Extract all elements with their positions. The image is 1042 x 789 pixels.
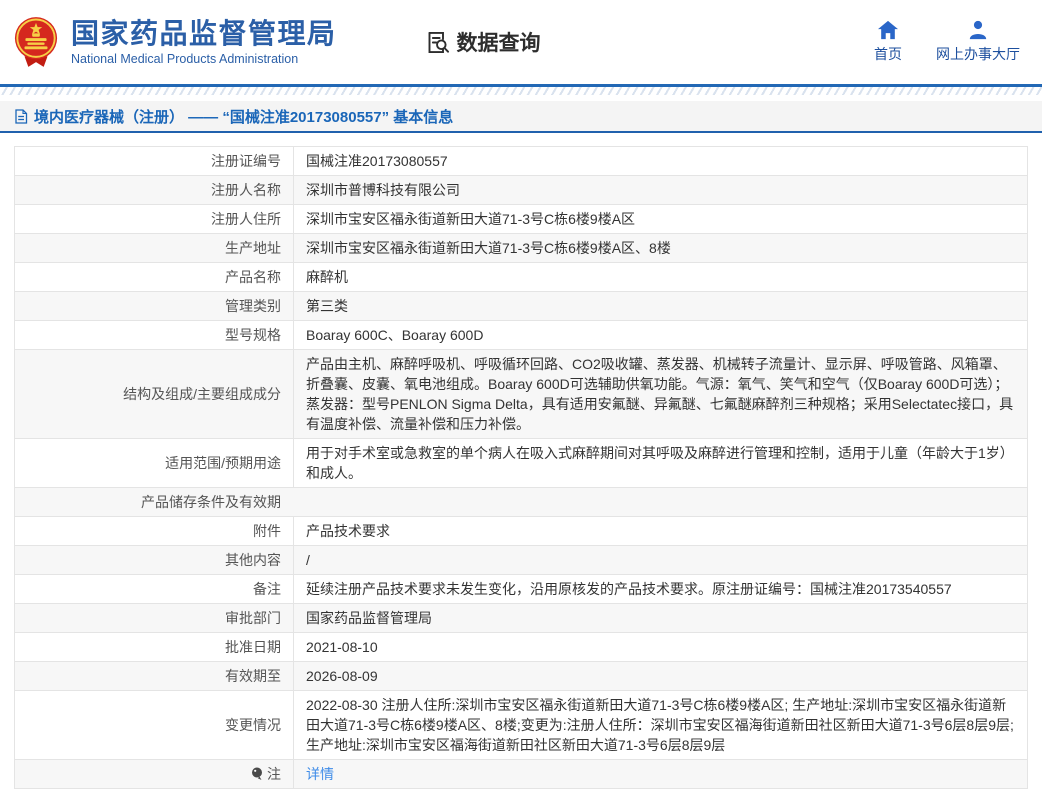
note-balloon-icon [251, 767, 264, 781]
row-label: 审批部门 [15, 604, 293, 632]
table-row: 注册人名称 深圳市普博科技有限公司 [15, 176, 1027, 205]
row-value-text: 延续注册产品技术要求未发生变化，沿用原核发的产品技术要求。原注册证编号：国械注准… [306, 579, 952, 599]
row-label: 注册人住所 [15, 205, 293, 233]
note-label-text: 注 [267, 764, 281, 784]
row-value: 产品技术要求 [293, 517, 1027, 545]
table-row: 变更情况 2022-08-30 注册人住所:深圳市宝安区福永街道新田大道71-3… [15, 691, 1027, 760]
row-label: 注册证编号 [15, 147, 293, 175]
row-value-text: 第三类 [306, 296, 348, 316]
national-emblem-icon [13, 15, 59, 69]
nav-home[interactable]: 首页 [874, 20, 902, 64]
row-value: 延续注册产品技术要求未发生变化，沿用原核发的产品技术要求。原注册证编号：国械注准… [293, 575, 1027, 603]
site-header: 国家药品监督管理局 National Medical Products Admi… [0, 0, 1042, 84]
row-value: 详情 [293, 760, 1027, 788]
table-row: 产品名称 麻醉机 [15, 263, 1027, 292]
row-value-text: 麻醉机 [306, 267, 348, 287]
table-row: 备注 延续注册产品技术要求未发生变化，沿用原核发的产品技术要求。原注册证编号：国… [15, 575, 1027, 604]
row-label: 附件 [15, 517, 293, 545]
table-row: 生产地址 深圳市宝安区福永街道新田大道71-3号C栋6楼9楼A区、8楼 [15, 234, 1027, 263]
row-value: 2021-08-10 [293, 633, 1027, 661]
table-row: 结构及组成/主要组成成分 产品由主机、麻醉呼吸机、呼吸循环回路、CO2吸收罐、蒸… [15, 350, 1027, 439]
row-label: 型号规格 [15, 321, 293, 349]
row-value-text: 2026-08-09 [306, 666, 378, 686]
row-value: 国家药品监督管理局 [293, 604, 1027, 632]
row-value-text: 国家药品监督管理局 [306, 608, 432, 628]
row-label: 变更情况 [15, 691, 293, 759]
row-label: 注册人名称 [15, 176, 293, 204]
table-row: 审批部门 国家药品监督管理局 [15, 604, 1027, 633]
table-row: 产品储存条件及有效期 [15, 488, 1027, 517]
row-label: 批准日期 [15, 633, 293, 661]
nav-service-hall-label: 网上办事大厅 [936, 44, 1020, 64]
table-row: 附件 产品技术要求 [15, 517, 1027, 546]
row-label: 有效期至 [15, 662, 293, 690]
row-label: 适用范围/预期用途 [15, 439, 293, 487]
row-label: 其他内容 [15, 546, 293, 574]
breadcrumb-text: 境内医疗器械（注册） —— “国械注准20173080557” 基本信息 [34, 106, 453, 127]
row-value-text: 2022-08-30 注册人住所:深圳市宝安区福永街道新田大道71-3号C栋6楼… [306, 695, 1015, 755]
row-value: 深圳市宝安区福永街道新田大道71-3号C栋6楼9楼A区、8楼 [293, 234, 1027, 262]
row-label: 备注 [15, 575, 293, 603]
row-value: 国械注准20173080557 [293, 147, 1027, 175]
org-name-cn: 国家药品监督管理局 [71, 18, 337, 50]
row-value: Boaray 600C、Boaray 600D [293, 321, 1027, 349]
nav-service-hall[interactable]: 网上办事大厅 [936, 20, 1020, 64]
row-value-text: 国械注准20173080557 [306, 151, 448, 171]
row-value: 用于对手术室或急救室的单个病人在吸入式麻醉期间对其呼吸及麻醉进行管理和控制，适用… [293, 439, 1027, 487]
row-value: 深圳市普博科技有限公司 [293, 176, 1027, 204]
row-value-text: 深圳市宝安区福永街道新田大道71-3号C栋6楼9楼A区 [306, 209, 635, 229]
row-value: 2022-08-30 注册人住所:深圳市宝安区福永街道新田大道71-3号C栋6楼… [293, 691, 1027, 759]
registration-info-table: 注册证编号 国械注准20173080557 注册人名称 深圳市普博科技有限公司 … [14, 146, 1028, 789]
table-row: 适用范围/预期用途 用于对手术室或急救室的单个病人在吸入式麻醉期间对其呼吸及麻醉… [15, 439, 1027, 488]
brand-logo-link[interactable]: 国家药品监督管理局 National Medical Products Admi… [13, 15, 337, 69]
row-value: 深圳市宝安区福永街道新田大道71-3号C栋6楼9楼A区 [293, 205, 1027, 233]
home-icon [877, 20, 899, 40]
row-value [293, 488, 1027, 516]
row-label: 产品储存条件及有效期 [15, 488, 293, 516]
data-query-section[interactable]: 数据查询 [425, 27, 541, 57]
document-icon [14, 109, 28, 124]
row-value-text: 深圳市普博科技有限公司 [306, 180, 460, 200]
row-value: / [293, 546, 1027, 574]
table-row: 注册人住所 深圳市宝安区福永街道新田大道71-3号C栋6楼9楼A区 [15, 205, 1027, 234]
top-nav: 首页 网上办事大厅 [874, 20, 1020, 64]
table-row: 管理类别 第三类 [15, 292, 1027, 321]
row-value: 产品由主机、麻醉呼吸机、呼吸循环回路、CO2吸收罐、蒸发器、机械转子流量计、显示… [293, 350, 1027, 438]
brand-text: 国家药品监督管理局 National Medical Products Admi… [71, 18, 337, 66]
row-label: 注 [15, 760, 293, 788]
person-icon [967, 20, 989, 40]
row-value-text: / [306, 550, 310, 570]
row-label: 产品名称 [15, 263, 293, 291]
table-row: 注册证编号 国械注准20173080557 [15, 147, 1027, 176]
row-label: 管理类别 [15, 292, 293, 320]
row-value-text: 用于对手术室或急救室的单个病人在吸入式麻醉期间对其呼吸及麻醉进行管理和控制，适用… [306, 443, 1015, 483]
row-value: 2026-08-09 [293, 662, 1027, 690]
row-value-text: 深圳市宝安区福永街道新田大道71-3号C栋6楼9楼A区、8楼 [306, 238, 671, 258]
data-query-icon [425, 29, 452, 56]
row-label: 结构及组成/主要组成成分 [15, 350, 293, 438]
row-value-text: 产品由主机、麻醉呼吸机、呼吸循环回路、CO2吸收罐、蒸发器、机械转子流量计、显示… [306, 354, 1015, 434]
row-value: 麻醉机 [293, 263, 1027, 291]
row-value-text: Boaray 600C、Boaray 600D [306, 325, 483, 345]
table-row-note: 注 详情 [15, 760, 1027, 788]
row-value-text: 2021-08-10 [306, 637, 378, 657]
breadcrumb: 境内医疗器械（注册） —— “国械注准20173080557” 基本信息 [0, 101, 1042, 133]
table-row: 有效期至 2026-08-09 [15, 662, 1027, 691]
row-value: 第三类 [293, 292, 1027, 320]
org-name-en: National Medical Products Administration [71, 52, 337, 66]
table-row: 其他内容 / [15, 546, 1027, 575]
nav-home-label: 首页 [874, 44, 902, 64]
row-label: 生产地址 [15, 234, 293, 262]
table-row: 批准日期 2021-08-10 [15, 633, 1027, 662]
data-query-label: 数据查询 [457, 27, 541, 57]
row-value-text: 产品技术要求 [306, 521, 390, 541]
header-hatch-strip [0, 87, 1042, 95]
details-link[interactable]: 详情 [306, 764, 334, 784]
table-row: 型号规格 Boaray 600C、Boaray 600D [15, 321, 1027, 350]
